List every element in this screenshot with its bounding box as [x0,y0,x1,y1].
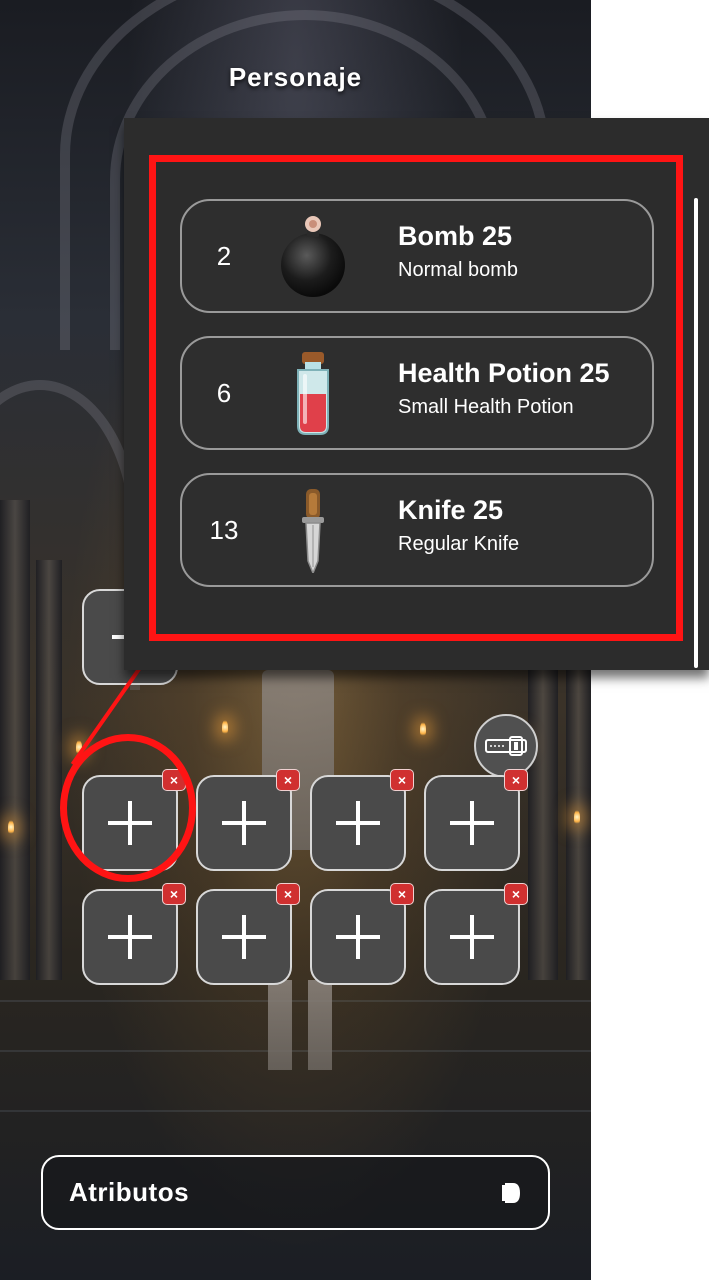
plus-icon [450,801,494,845]
plus-icon [108,915,152,959]
character-leg [268,980,292,1070]
candle-light [222,720,228,734]
candle-light [8,820,14,834]
pillar-decoration [0,500,30,980]
plus-icon [450,915,494,959]
floor-tile-line [0,1000,591,1002]
candle-light [420,722,426,736]
quick-slot[interactable]: × [424,883,528,985]
floor-tile-line [0,1050,591,1052]
remove-slot-button[interactable]: × [276,883,300,905]
quick-slot[interactable]: × [196,883,300,985]
inventory-scrollbar[interactable] [694,198,698,668]
floor-tile-line [0,1110,591,1112]
plus-icon [336,915,380,959]
character-leg [308,980,332,1070]
candle-light [574,810,580,824]
quick-slot[interactable]: × [196,769,300,871]
screen-title: Personaje [228,62,363,92]
remove-slot-button[interactable]: × [162,883,186,905]
remove-slot-button[interactable]: × [276,769,300,791]
remove-slot-button[interactable]: × [504,769,528,791]
quick-slot[interactable]: × [310,883,414,985]
annotation-highlight-circle [60,734,196,882]
belt-icon [485,736,527,756]
remove-slot-button[interactable]: × [390,769,414,791]
attributes-button[interactable]: Atributos [41,1155,550,1230]
annotation-highlight-box [149,155,683,641]
attributes-button-label: Atributos [69,1177,190,1207]
arrow-right-icon [502,1182,520,1203]
belt-button[interactable] [474,714,538,778]
remove-slot-button[interactable]: × [504,883,528,905]
plus-icon [222,801,266,845]
plus-icon [222,915,266,959]
plus-icon [336,801,380,845]
pillar-decoration [36,560,62,980]
quick-slot[interactable]: × [82,883,186,985]
quick-slot[interactable]: × [424,769,528,871]
remove-slot-button[interactable]: × [390,883,414,905]
quick-slot[interactable]: × [310,769,414,871]
